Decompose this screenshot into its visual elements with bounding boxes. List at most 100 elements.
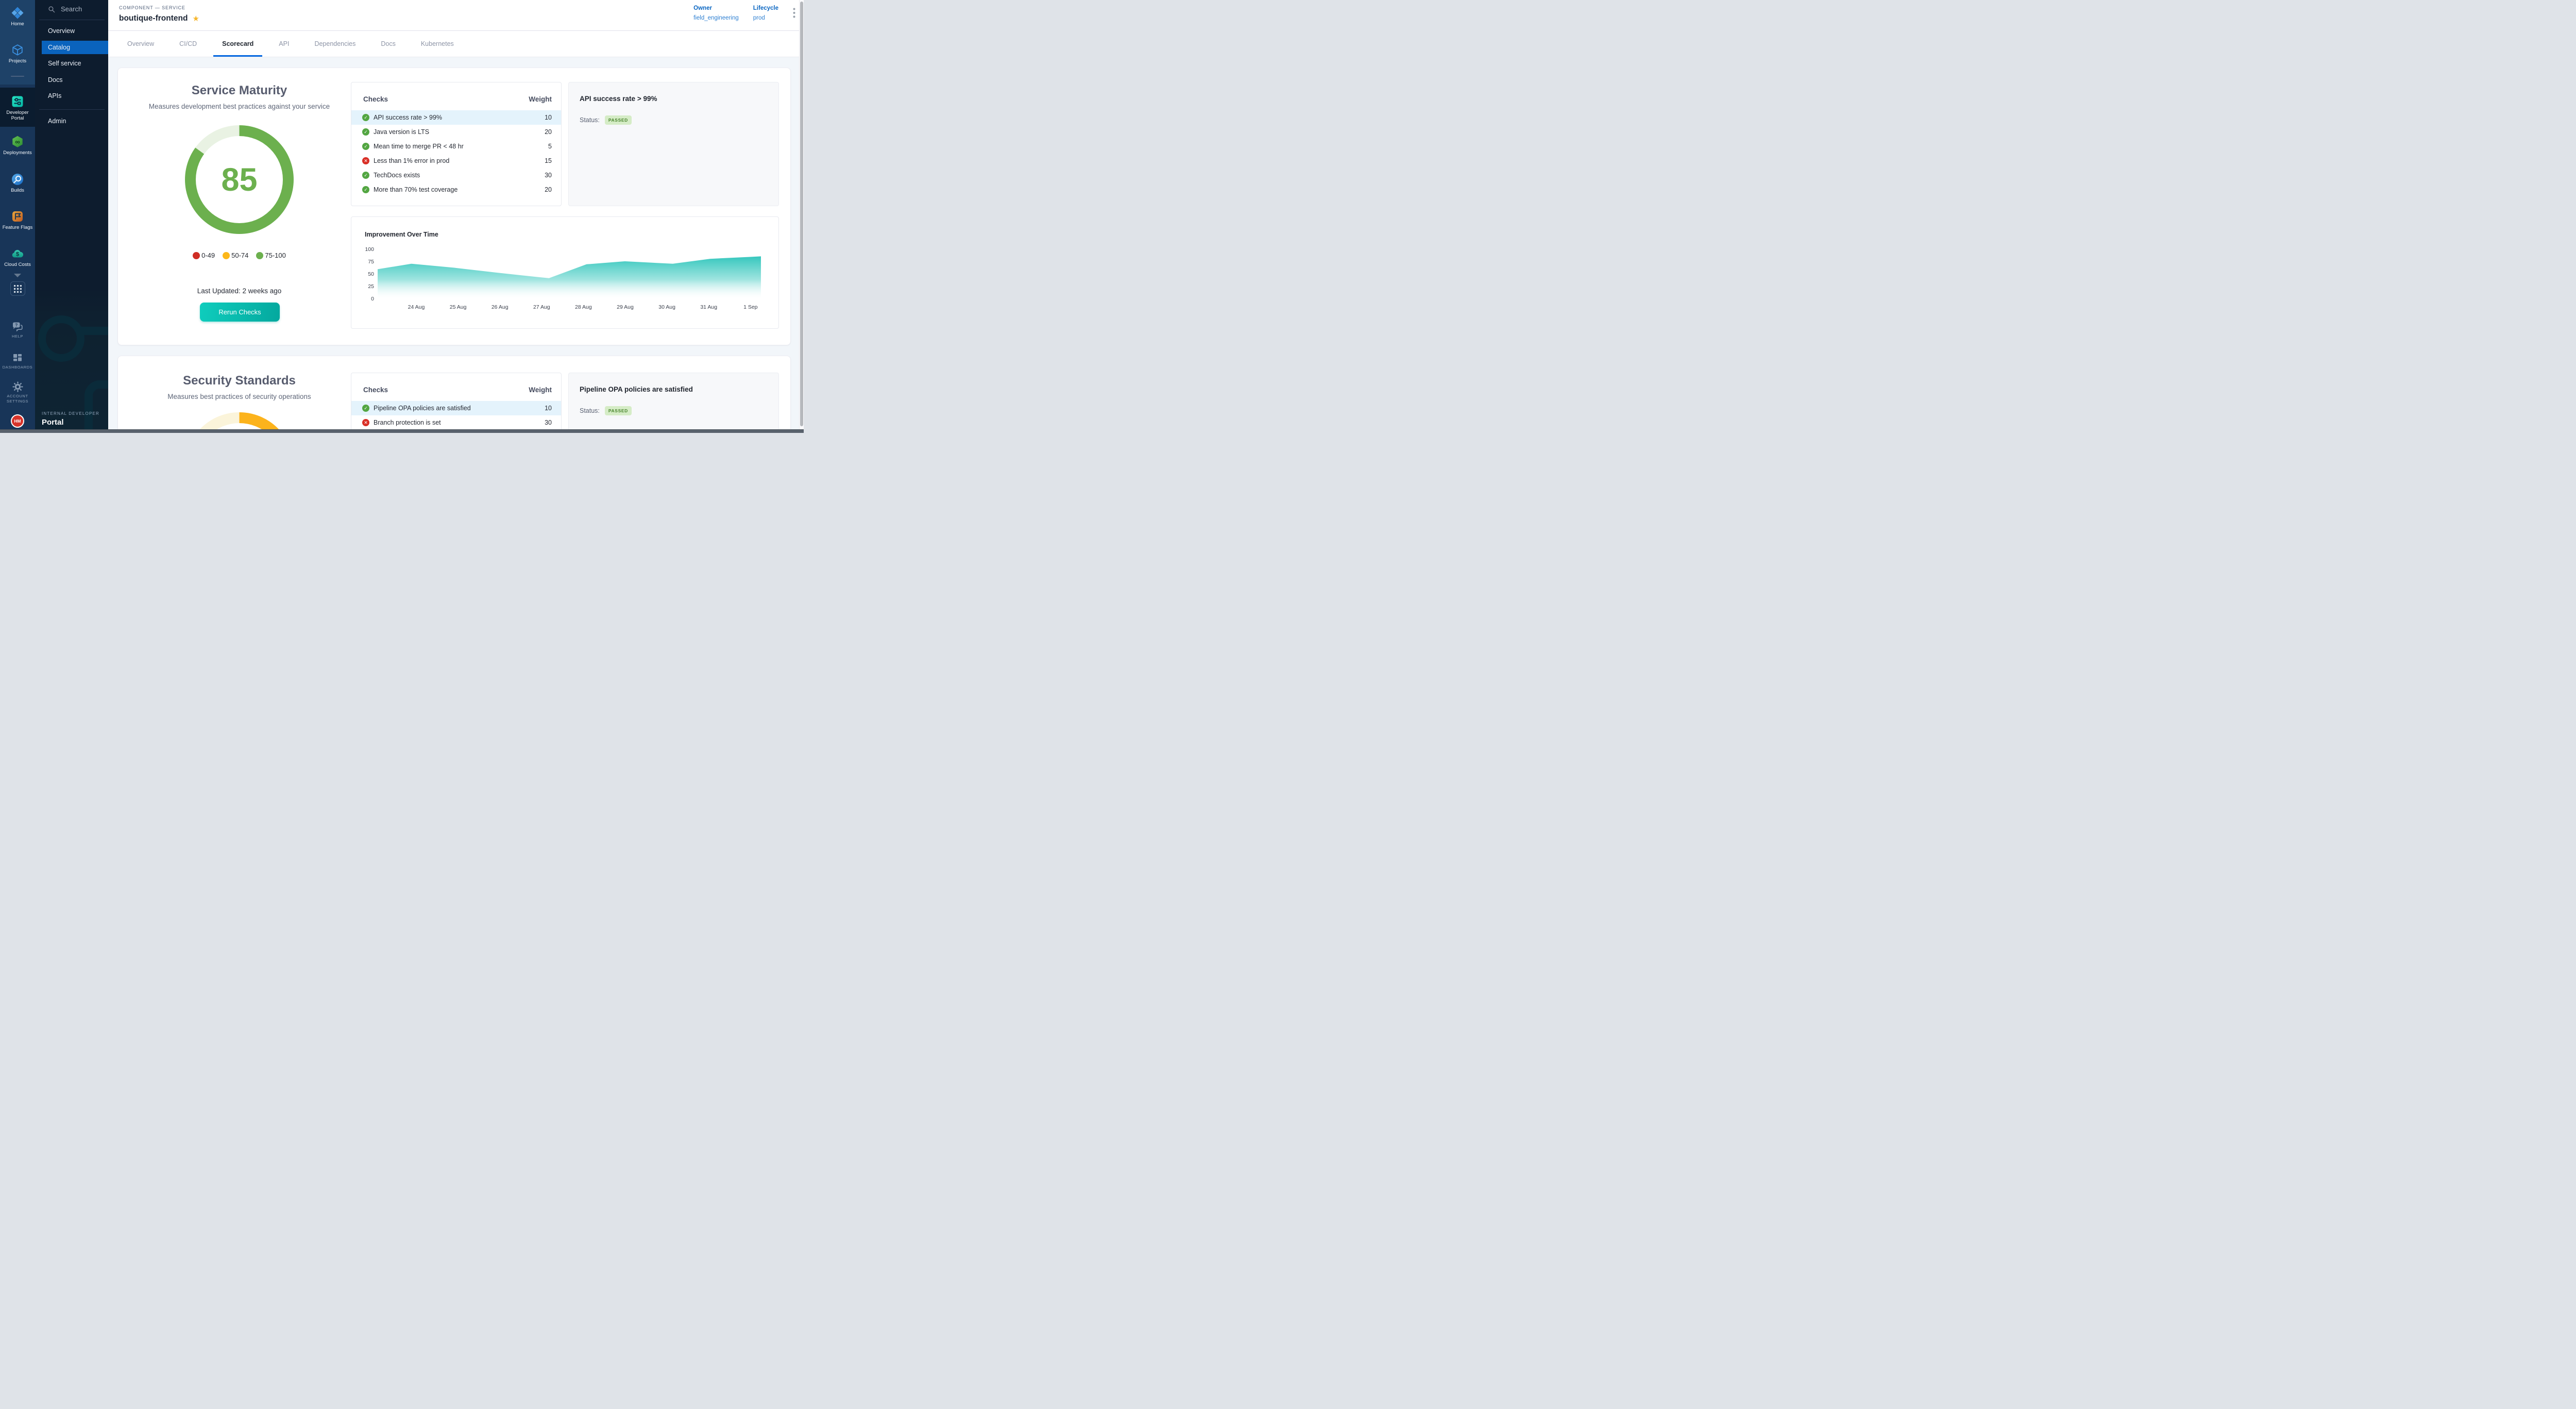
gear-icon <box>11 381 24 392</box>
rail-item-help[interactable]: ? HELP <box>0 321 35 339</box>
check-status-icon: ✓ <box>362 172 369 179</box>
rail-item-projects[interactable]: Projects <box>0 43 35 64</box>
scorecard-subtitle: Measures best practices of security oper… <box>118 393 361 400</box>
rail-item-developer-portal[interactable]: Developer Portal <box>0 88 35 127</box>
tab-dependencies[interactable]: Dependencies <box>314 31 355 57</box>
check-row[interactable]: ✓ TechDocs exists 30 <box>351 168 561 182</box>
rail-item-builds[interactable]: Builds <box>0 173 35 193</box>
tab-scorecard[interactable]: Scorecard <box>222 31 253 57</box>
x-tick-label: 27 Aug <box>533 304 550 310</box>
check-detail-title: Pipeline OPA policies are satisfied <box>569 373 778 393</box>
status-badge: PASSED <box>605 406 632 415</box>
scorecard-title: Service Maturity <box>118 83 361 98</box>
maturity-summary: Service Maturity Measures development be… <box>118 68 361 110</box>
lifecycle-field: Lifecycle prod <box>753 5 778 21</box>
app-window: Home Projects <box>0 0 804 433</box>
harness-home-icon <box>11 6 24 20</box>
rail-item-home[interactable]: Home <box>0 6 35 27</box>
entity-meta: Owner field_engineering Lifecycle prod <box>693 5 795 21</box>
tab-api[interactable]: API <box>279 31 289 57</box>
rail-item-dashboards[interactable]: DASHBOARDS <box>0 353 35 370</box>
check-row[interactable]: ✓ More than 70% test coverage 20 <box>351 182 561 197</box>
svg-text:?: ? <box>15 323 18 328</box>
check-status-icon: ✓ <box>362 114 369 121</box>
y-tick-label: 0 <box>352 296 374 302</box>
tab-kubernetes[interactable]: Kubernetes <box>421 31 454 57</box>
check-status-icon: ✕ <box>362 419 369 426</box>
svg-text:∞: ∞ <box>15 138 20 145</box>
help-chat-icon: ? <box>11 321 24 332</box>
entity-header: COMPONENT — SERVICE boutique-frontend ★ … <box>108 0 804 31</box>
vertical-scrollbar[interactable] <box>799 0 804 429</box>
dashboards-icon <box>11 353 24 363</box>
check-status-icon: ✕ <box>362 157 369 164</box>
legend-item-low: 0-49 <box>193 251 215 259</box>
legend-dot-amber <box>223 252 230 259</box>
rerun-checks-button[interactable]: Rerun Checks <box>200 303 280 322</box>
check-detail-title: API success rate > 99% <box>569 82 778 103</box>
sidebar-item-catalog[interactable]: Catalog <box>42 41 108 54</box>
page-title-row: boutique-frontend ★ <box>119 14 199 23</box>
check-detail-status: Status: PASSED <box>580 406 778 415</box>
feature-flags-icon <box>11 210 24 223</box>
sidebar-item-admin[interactable]: Admin <box>42 114 108 128</box>
rail-item-cloud-costs[interactable]: $ Cloud Costs <box>0 247 35 267</box>
check-row[interactable]: ✓ Mean time to merge PR < 48 hr 5 <box>351 139 561 154</box>
maturity-score-gauge: 85 <box>185 125 294 234</box>
breadcrumb: COMPONENT — SERVICE <box>119 5 185 10</box>
tab-overview[interactable]: Overview <box>127 31 154 57</box>
check-detail-panel: API success rate > 99% Status: PASSED <box>568 82 779 206</box>
sidebar-search[interactable] <box>48 5 104 13</box>
kebab-menu-icon[interactable] <box>793 8 795 21</box>
lifecycle-value[interactable]: prod <box>753 15 778 21</box>
score-legend: 0-49 50-74 75-100 <box>118 251 361 259</box>
maturity-score-value: 85 <box>185 125 294 234</box>
check-detail-status: Status: PASSED <box>580 115 778 125</box>
favorite-star-icon[interactable]: ★ <box>192 15 199 23</box>
check-detail-panel: Pipeline OPA policies are satisfied Stat… <box>568 373 779 433</box>
sidebar-item-self-service[interactable]: Self service <box>42 57 108 70</box>
area-chart <box>378 249 761 299</box>
legend-dot-green <box>256 252 263 259</box>
last-updated-text: Last Updated: 2 weeks ago <box>118 287 361 295</box>
scorecard-title: Security Standards <box>118 374 361 388</box>
legend-item-mid: 50-74 <box>223 251 248 259</box>
chevron-down-icon[interactable] <box>14 274 21 277</box>
security-summary: Security Standards Measures best practic… <box>118 356 361 400</box>
check-row[interactable]: ✓ Java version is LTS 20 <box>351 125 561 139</box>
check-row[interactable]: ✕ Branch protection is set 30 <box>351 415 561 430</box>
security-checks-panel: Checks Weight ✓ Pipeline OPA policies ar… <box>351 373 562 433</box>
sidebar-item-overview[interactable]: Overview <box>42 24 108 38</box>
deployments-icon: ∞ <box>11 135 24 148</box>
scorecard-content: Service Maturity Measures development be… <box>108 57 804 433</box>
rail-item-feature-flags[interactable]: Feature Flags <box>0 210 35 230</box>
y-tick-label: 25 <box>352 283 374 290</box>
entity-title: boutique-frontend <box>119 14 188 23</box>
horizontal-scrollbar[interactable] <box>0 429 804 433</box>
cloud-costs-icon: $ <box>11 247 24 260</box>
status-badge: PASSED <box>605 115 632 125</box>
sidebar-divider-2 <box>39 109 105 110</box>
portal-sidebar: Overview Catalog Self service Docs APIs … <box>35 0 108 433</box>
rail-item-deployments[interactable]: ∞ Deployments <box>0 135 35 156</box>
improvement-chart-panel: Improvement Over Time 1007550250 24 Aug2… <box>351 216 779 329</box>
developer-portal-icon <box>11 95 24 108</box>
sidebar-item-apis[interactable]: APIs <box>42 89 108 103</box>
search-input[interactable] <box>60 5 104 13</box>
check-row[interactable]: ✓ Pipeline OPA policies are satisfied 10 <box>351 401 561 415</box>
chart-title: Improvement Over Time <box>365 231 438 238</box>
owner-value-link[interactable]: field_engineering <box>693 15 739 21</box>
owner-field: Owner field_engineering <box>693 5 739 21</box>
check-row[interactable]: ✕ Less than 1% error in prod 15 <box>351 154 561 168</box>
rail-item-account-settings[interactable]: ACCOUNT SETTINGS <box>0 381 35 404</box>
y-tick-label: 100 <box>352 246 374 253</box>
tab-cicd[interactable]: CI/CD <box>179 31 197 57</box>
main-area: COMPONENT — SERVICE boutique-frontend ★ … <box>108 0 804 433</box>
module-selector-button[interactable] <box>10 281 25 296</box>
user-avatar[interactable]: HM <box>11 414 24 428</box>
check-row[interactable]: ✓ API success rate > 99% 10 <box>351 110 561 125</box>
tab-docs[interactable]: Docs <box>381 31 395 57</box>
vertical-scrollbar-thumb[interactable] <box>800 2 803 426</box>
sidebar-menu: Overview Catalog Self service Docs APIs <box>35 24 108 106</box>
sidebar-item-docs[interactable]: Docs <box>42 73 108 87</box>
